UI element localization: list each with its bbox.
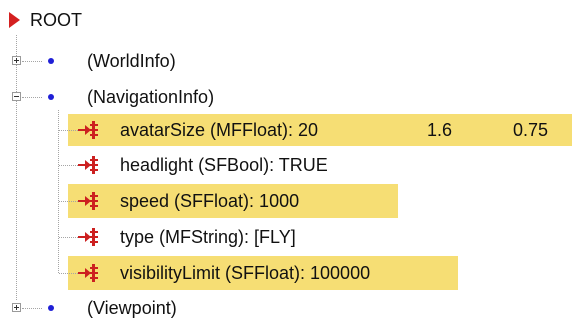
node-dot-icon [48, 305, 54, 311]
field-avatarsize[interactable]: avatarSize (MFFloat): 20 [120, 119, 318, 141]
field-avatarsize-value-2: 1.6 [427, 120, 453, 140]
tree-node-worldinfo[interactable]: (WorldInfo) [87, 50, 176, 72]
node-dot-icon [48, 58, 54, 64]
field-arrow-icon [78, 264, 98, 282]
expand-toggle-viewpoint[interactable] [12, 303, 21, 312]
root-arrow-icon [9, 12, 20, 28]
tree-node-viewpoint[interactable]: (Viewpoint) [87, 297, 177, 319]
field-speed[interactable]: speed (SFFloat): 1000 [120, 190, 299, 212]
field-arrow-icon [78, 228, 98, 246]
field-type[interactable]: type (MFString): [FLY] [120, 226, 296, 248]
field-arrow-icon [78, 192, 98, 210]
node-dot-icon [48, 94, 54, 100]
expand-toggle-worldinfo[interactable] [12, 56, 21, 65]
tree-node-navigationinfo[interactable]: (NavigationInfo) [87, 86, 214, 108]
collapse-toggle-navigationinfo[interactable] [12, 92, 21, 101]
tree-root-label[interactable]: ROOT [30, 9, 82, 31]
field-avatarsize-value-3: 0.75 [513, 120, 549, 140]
field-visibilitylimit[interactable]: visibilityLimit (SFFloat): 100000 [120, 262, 370, 284]
field-headlight[interactable]: headlight (SFBool): TRUE [120, 154, 328, 176]
field-arrow-icon [78, 121, 98, 139]
field-arrow-icon [78, 156, 98, 174]
